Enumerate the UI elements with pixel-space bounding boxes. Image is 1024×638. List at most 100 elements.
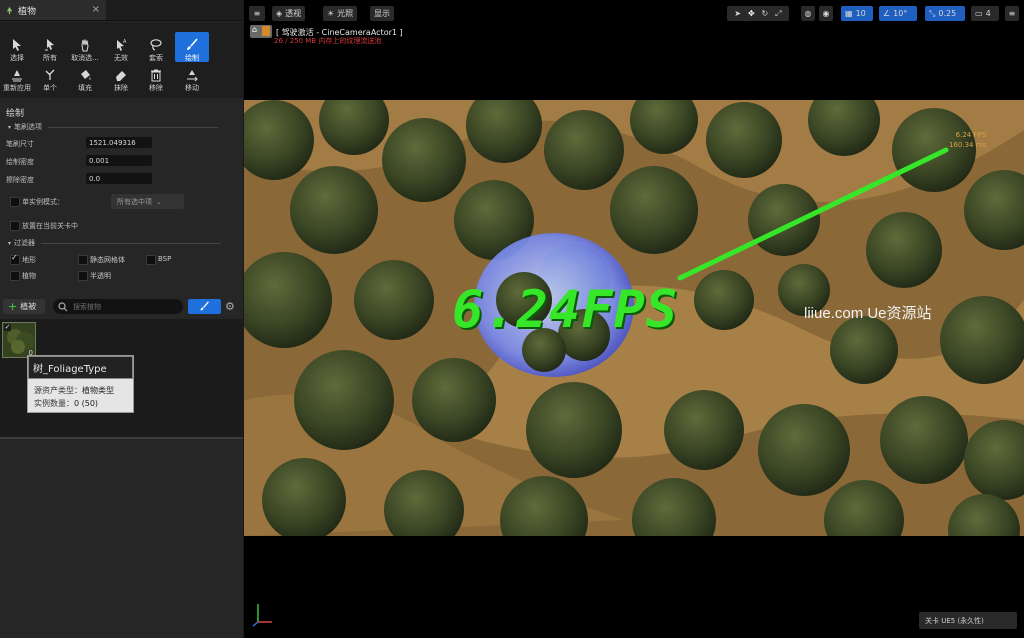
add-foliage-button[interactable]: + 植被 xyxy=(3,299,45,314)
tooltip-title: 树_FoliageType xyxy=(28,356,133,379)
cube-icon: ◈ xyxy=(276,9,283,18)
paint-brush-icon xyxy=(187,38,198,50)
tab-foliage[interactable]: 植物 × xyxy=(0,0,106,20)
camera-pilot-icon: ⌂ xyxy=(252,25,258,34)
collapse-arrow-icon: ▾ xyxy=(8,239,12,247)
translate-icon[interactable]: ✥ xyxy=(748,9,755,18)
paint-density-field[interactable]: 0.001 xyxy=(86,155,152,166)
foliage-panel: 植物 × 选择 所有 取消选... A 无效 套索 绘制 重新应用 单个 填充 … xyxy=(0,0,243,638)
select-arrow-icon[interactable]: ➤ xyxy=(734,9,741,18)
show-button[interactable]: 显示 xyxy=(370,6,394,21)
pilot-badge[interactable]: ⌂ xyxy=(250,25,272,38)
tool-label: 套索 xyxy=(149,54,163,62)
search-input[interactable]: 搜索植物 xyxy=(53,299,183,314)
current-level-checkbox[interactable] xyxy=(10,221,20,231)
grid-snap-button[interactable]: ▦ 10 xyxy=(841,6,873,21)
tool-remove[interactable]: 移除 xyxy=(139,62,173,92)
filter-bsp-checkbox[interactable] xyxy=(146,255,156,265)
tool-label: 填充 xyxy=(78,84,92,92)
tooltip-source-type-label: 源资产类型： xyxy=(34,386,82,395)
tool-invalid[interactable]: A 无效 xyxy=(104,32,138,62)
show-label: 显示 xyxy=(374,9,390,18)
watermark-text: liiue.com Ue资源站 xyxy=(804,305,932,322)
camera-speed-button[interactable]: ▭ 4 xyxy=(971,6,999,21)
select-all-icon xyxy=(45,39,54,51)
move-icon xyxy=(187,70,198,82)
tool-select-all[interactable]: 所有 xyxy=(33,32,67,62)
tool-erase[interactable]: 抹除 xyxy=(104,62,138,92)
brush-options-header[interactable]: ▾ 笔刷选项 xyxy=(8,122,233,132)
fps-overlay-text: 6.24FPS xyxy=(452,280,679,340)
rotation-snap-button[interactable]: ∠ 10° xyxy=(879,6,917,21)
panel-tab-bar: 植物 × xyxy=(0,0,243,21)
foliage-enabled-checkbox[interactable]: ✓ xyxy=(4,324,11,331)
tool-label: 重新应用 xyxy=(3,84,31,92)
single-plant-icon xyxy=(45,69,55,80)
tool-label: 抹除 xyxy=(114,84,128,92)
filter-header[interactable]: ▾ 过滤器 xyxy=(8,238,233,248)
erase-density-field[interactable]: 0.0 xyxy=(86,173,152,184)
tool-label: 移除 xyxy=(149,84,163,92)
lighting-button[interactable]: ☀ 光照 xyxy=(323,6,358,21)
surface-snap-button[interactable]: ◉ xyxy=(819,6,833,21)
tool-single[interactable]: 单个 xyxy=(33,62,67,92)
erase-density-label: 擦除密度 xyxy=(6,176,34,184)
filter-landscape-checkbox[interactable] xyxy=(10,253,20,265)
filter-foliage-label: 植物 xyxy=(22,272,36,280)
tool-reapply[interactable]: 重新应用 xyxy=(0,62,34,92)
brush-size-field[interactable]: 1521.049316 xyxy=(86,137,152,148)
angle-icon: ∠ xyxy=(883,9,891,18)
foliage-tool-grid: 选择 所有 取消选... A 无效 套索 绘制 重新应用 单个 填充 抹除 移除… xyxy=(0,22,243,98)
filter-landscape-label: 地形 xyxy=(22,256,36,264)
single-instance-checkbox[interactable] xyxy=(10,197,20,207)
scale-icon[interactable]: ⤢ xyxy=(775,9,781,19)
filter-translucent-checkbox[interactable] xyxy=(78,271,88,281)
tool-paint[interactable]: 绘制 xyxy=(175,32,209,62)
tool-label: 所有 xyxy=(43,54,57,62)
scale-snap-icon: ⤡ xyxy=(929,8,936,18)
invalid-select-icon: A xyxy=(117,39,127,51)
scale-snap-value: 0.25 xyxy=(938,9,957,18)
fps-readout: 6.24 FPS 160.34 ms xyxy=(949,130,986,150)
tool-fill[interactable]: 填充 xyxy=(68,62,102,92)
close-icon[interactable]: × xyxy=(92,4,100,15)
filter-static-mesh-checkbox[interactable] xyxy=(78,255,88,265)
world-local-button[interactable]: ◍ xyxy=(801,6,815,21)
eject-icon xyxy=(262,26,270,36)
single-instance-dropdown[interactable]: 所有选中项 ⌄ xyxy=(111,194,184,209)
viewport-menu-button[interactable]: ≡ xyxy=(249,6,265,21)
tooltip-instance-count: 实例数量：0 (50) xyxy=(34,398,98,409)
lasso-icon xyxy=(150,39,162,51)
lighting-label: 光照 xyxy=(337,9,354,18)
group-label: 过滤器 xyxy=(14,239,36,247)
filter-foliage-checkbox[interactable] xyxy=(10,271,20,281)
foliage-list-toolbar: + 植被 搜索植物 ⚙ xyxy=(0,296,243,318)
viewport-toolbar: ≡ ◈ 透视 ☀ 光照 显示 ➤ ✥ ↻ ⤢ ◍ ◉ ▦ 10 ∠ 10° ⤡ … xyxy=(244,0,1024,26)
reapply-icon xyxy=(12,70,22,82)
scale-snap-button[interactable]: ⤡ 0.25 xyxy=(925,6,965,21)
search-placeholder: 搜索植物 xyxy=(73,302,101,311)
viewport-options-button[interactable]: ≡ xyxy=(1005,6,1019,21)
tool-lasso[interactable]: 套索 xyxy=(139,32,173,62)
perspective-button[interactable]: ◈ 透视 xyxy=(272,6,306,21)
tooltip-source-type-value: 植物类型 xyxy=(82,386,114,395)
tool-select[interactable]: 选择 xyxy=(0,32,34,62)
current-level-badge[interactable]: 关卡 UE5 (永久性) xyxy=(919,612,1017,629)
single-instance-label: 单实例模式： xyxy=(22,198,64,206)
paint-brush-icon xyxy=(200,301,209,311)
level-viewport[interactable]: ≡ ◈ 透视 ☀ 光照 显示 ➤ ✥ ↻ ⤢ ◍ ◉ ▦ 10 ∠ 10° ⤡ … xyxy=(244,0,1024,638)
gear-icon[interactable]: ⚙ xyxy=(225,300,235,313)
globe-icon: ◍ xyxy=(804,9,812,18)
tool-deselect[interactable]: 取消选... xyxy=(68,32,102,62)
rotate-icon[interactable]: ↻ xyxy=(762,9,769,18)
tool-move[interactable]: 移动 xyxy=(175,62,209,92)
svg-text:A: A xyxy=(123,39,127,45)
foliage-type-thumbnail[interactable]: ✓ 0 xyxy=(2,322,36,358)
hamburger-icon: ≡ xyxy=(1008,9,1016,18)
perspective-label: 透视 xyxy=(285,9,302,18)
select-arrow-icon xyxy=(13,39,21,51)
tool-label: 取消选... xyxy=(71,54,99,62)
foliage-tooltip: 树_FoliageType 源资产类型：植物类型 实例数量：0 (50) xyxy=(27,355,134,413)
paint-mode-button[interactable] xyxy=(188,299,221,314)
search-icon xyxy=(58,301,68,311)
